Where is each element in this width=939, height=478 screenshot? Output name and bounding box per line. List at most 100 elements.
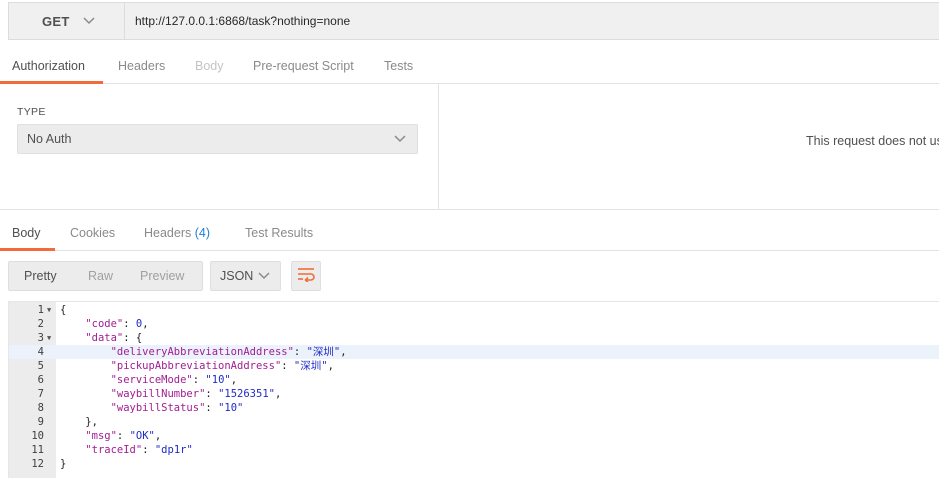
json-value: "10" (205, 374, 231, 386)
chevron-down-icon (393, 133, 407, 147)
tab-label: Authorization (12, 58, 85, 73)
json-key: "serviceMode" (110, 374, 193, 386)
line-number: 11 (31, 444, 44, 456)
code-text: "deliveryAbbreviationAddress": "深圳", (110, 346, 347, 358)
json-key: "traceId" (85, 444, 143, 456)
line-number: 10 (31, 430, 44, 442)
line-number: 5 (37, 360, 44, 372)
auth-type-panel: TYPE No Auth (0, 84, 439, 210)
code-line: 10 "msg": "OK", (9, 429, 939, 443)
tab-response-headers[interactable]: Headers (4) (144, 215, 210, 250)
response-body-editor[interactable]: 1 ▼{2 "code": 0, 3 ▼ "data": {4 "deliveryAb… (8, 301, 939, 478)
fold-arrow-icon[interactable]: ▼ (47, 303, 51, 317)
line-number: 7 (37, 388, 44, 400)
request-url-bar: GET http://127.0.0.1:6868/task?nothing=n… (0, 0, 939, 42)
line-number: 4 (37, 346, 44, 358)
tab-label: Headers (144, 225, 192, 240)
type-label: TYPE (17, 106, 46, 118)
json-value: "dp1r" (154, 444, 193, 456)
tab-label: Pre-request Script (253, 58, 354, 73)
fold-arrow-icon[interactable]: ▼ (47, 331, 51, 345)
response-tabs: Body Cookies Headers (4) Test Results (0, 214, 939, 251)
tab-label: Test Results (245, 225, 314, 240)
json-value: "10" (218, 402, 244, 414)
json-value: 0 (135, 318, 143, 330)
json-key: "data" (85, 332, 124, 344)
code-text: }, (60, 415, 98, 429)
tab-label: Headers (118, 58, 166, 73)
request-tabs: Authorization Headers Body Pre-request S… (0, 48, 939, 84)
json-value: "OK" (129, 430, 155, 442)
wrap-lines-button[interactable] (291, 261, 321, 291)
code-text: "waybillNumber": "1526351", (110, 388, 282, 400)
format-value: JSON (220, 269, 254, 283)
json-value: "深圳" (293, 360, 328, 372)
code-text: "serviceMode": "10", (110, 374, 238, 386)
code-line: 8 "waybillStatus": "10" (9, 401, 939, 415)
code-line: 2 "code": 0, (9, 317, 939, 331)
json-key: "deliveryAbbreviationAddress" (110, 346, 294, 358)
auth-type-value: No Auth (27, 132, 72, 146)
raw-button[interactable]: Raw (88, 269, 113, 283)
json-punctuation: { (60, 304, 67, 316)
response-toolbar: Pretty Raw Preview JSON (0, 260, 939, 292)
active-tab-indicator (0, 248, 55, 251)
format-dropdown[interactable]: JSON (210, 261, 281, 291)
section-divider (0, 209, 939, 210)
code-line: 9 }, (9, 415, 939, 429)
json-value: "1526351" (218, 388, 275, 400)
code-text: "code": 0, (85, 318, 149, 330)
code-text: "msg": "OK", (85, 430, 162, 442)
tab-cookies[interactable]: Cookies (70, 215, 115, 250)
json-key: "waybillNumber" (110, 388, 206, 400)
no-auth-message: This request does not us (806, 134, 939, 148)
tab-test-results[interactable]: Test Results (245, 215, 313, 250)
json-key: "code" (85, 318, 124, 330)
code-line: 11 "traceId": "dp1r" (9, 443, 939, 457)
tab-headers[interactable]: Headers (118, 48, 165, 83)
json-punctuation: }, (85, 416, 98, 428)
json-key: "msg" (85, 430, 117, 442)
code-line: 1 ▼ { (9, 303, 939, 317)
line-number: 12 (31, 458, 44, 470)
wrap-lines-icon (297, 266, 315, 287)
chevron-down-icon (82, 14, 96, 28)
code-text: { (60, 303, 66, 317)
pretty-button[interactable]: Pretty (24, 269, 57, 283)
url-text: http://127.0.0.1:6868/task?nothing=none (135, 14, 351, 28)
headers-count-badge: (4) (194, 225, 211, 240)
code-line: 12} (9, 457, 939, 471)
code-line: 7 "waybillNumber": "1526351", (9, 387, 939, 401)
line-number: 6 (37, 374, 44, 386)
url-input[interactable]: http://127.0.0.1:6868/task?nothing=none (124, 2, 939, 40)
code-line: 3 ▼ "data": { (9, 331, 939, 345)
tab-label: Body (12, 225, 41, 240)
tab-label: Tests (384, 58, 414, 73)
json-punctuation: } (60, 458, 67, 470)
code-text: } (60, 457, 66, 471)
json-value: "深圳" (306, 346, 341, 358)
code-text: "traceId": "dp1r" (85, 444, 193, 456)
tab-response-body[interactable]: Body (12, 215, 41, 250)
line-number: 1 (37, 304, 44, 316)
line-number: 9 (37, 416, 44, 428)
code-line: 4 "deliveryAbbreviationAddress": "深圳", (9, 345, 939, 359)
line-number: 3 (37, 332, 44, 344)
method-label: GET (42, 13, 70, 29)
method-dropdown[interactable]: GET (8, 2, 124, 40)
tab-label: Body (195, 58, 224, 73)
tab-tests[interactable]: Tests (384, 48, 413, 83)
tab-body[interactable]: Body (195, 48, 224, 83)
tab-pre-request-script[interactable]: Pre-request Script (253, 48, 354, 83)
code-line: 5 "pickupAbbreviationAddress": "深圳", (9, 359, 939, 373)
code-text: "pickupAbbreviationAddress": "深圳", (110, 360, 334, 372)
tab-authorization[interactable]: Authorization (12, 48, 85, 83)
code-line: 6 "serviceMode": "10", (9, 373, 939, 387)
line-number: 2 (37, 318, 44, 330)
view-mode-selector: Pretty Raw Preview (8, 261, 203, 291)
json-key: "pickupAbbreviationAddress" (110, 360, 282, 372)
json-key: "waybillStatus" (110, 402, 206, 414)
code-text: "waybillStatus": "10" (110, 402, 244, 414)
preview-button[interactable]: Preview (140, 269, 184, 283)
auth-type-dropdown[interactable]: No Auth (17, 124, 418, 154)
